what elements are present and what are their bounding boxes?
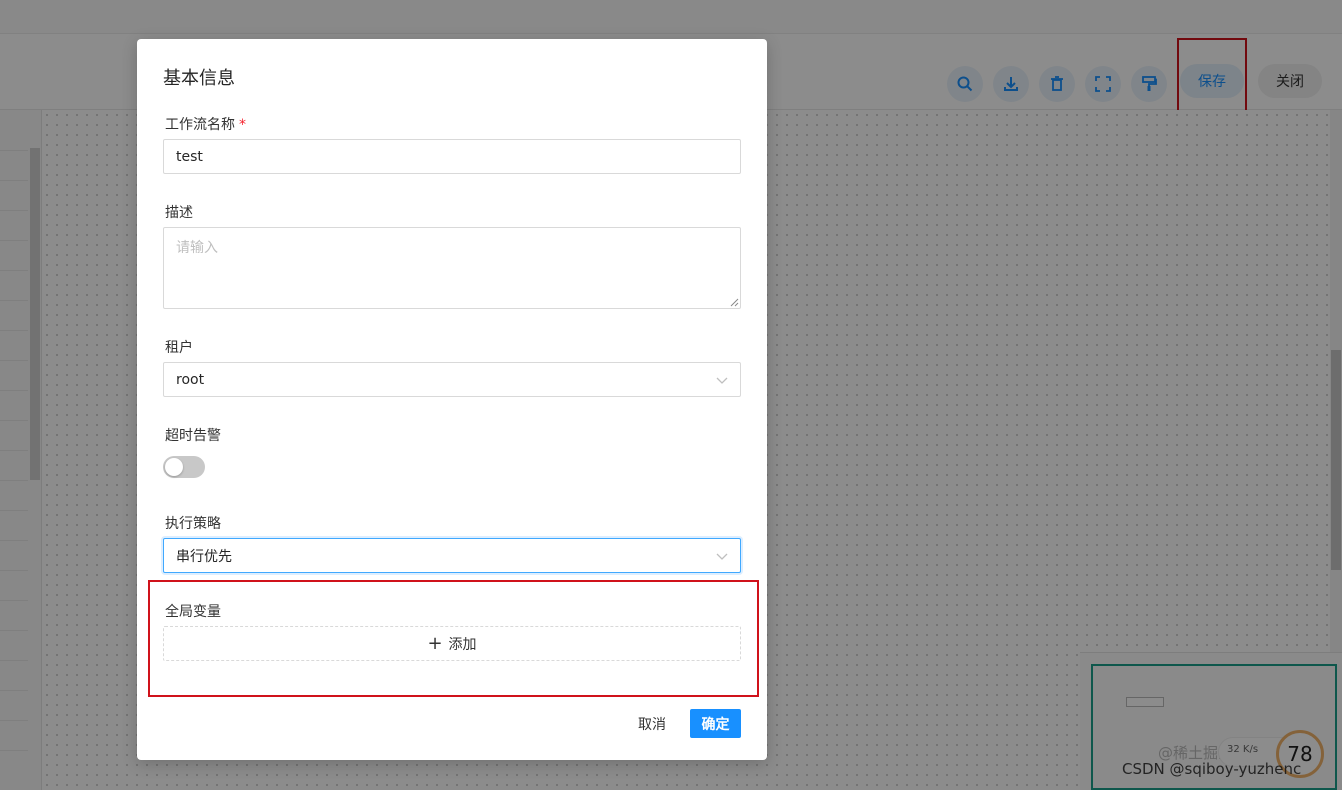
cancel-button[interactable]: 取消 bbox=[627, 709, 677, 738]
description-placeholder: 请输入 bbox=[176, 240, 218, 256]
description-textarea[interactable]: 请输入 bbox=[163, 227, 741, 309]
strategy-label: 执行策略 bbox=[165, 516, 221, 532]
workflow-name-label: 工作流名称 * bbox=[165, 114, 246, 134]
tenant-label: 租户 bbox=[165, 340, 193, 356]
dialog-title: 基本信息 bbox=[163, 68, 235, 89]
workflow-name-label-text: 工作流名称 bbox=[165, 117, 235, 133]
strategy-value: 串行优先 bbox=[176, 548, 232, 565]
switch-knob bbox=[165, 458, 183, 476]
description-label: 描述 bbox=[165, 205, 193, 221]
workflow-name-value: test bbox=[176, 148, 203, 165]
chevron-down-icon bbox=[716, 553, 728, 560]
strategy-select[interactable]: 串行优先 bbox=[163, 538, 741, 573]
confirm-button[interactable]: 确定 bbox=[690, 709, 741, 738]
global-vars-highlight-box bbox=[148, 580, 759, 697]
resize-handle-icon[interactable] bbox=[729, 297, 739, 307]
tenant-select[interactable]: root bbox=[163, 362, 741, 397]
timeout-alert-switch[interactable] bbox=[163, 456, 205, 478]
required-mark: * bbox=[239, 117, 246, 133]
timeout-alert-label: 超时告警 bbox=[165, 428, 221, 444]
basic-info-dialog: 基本信息 工作流名称 * test 描述 请输入 租户 root 超时告警 执行策… bbox=[137, 39, 767, 760]
workflow-name-input[interactable]: test bbox=[163, 139, 741, 174]
tenant-value: root bbox=[176, 371, 205, 388]
chevron-down-icon bbox=[716, 377, 728, 384]
